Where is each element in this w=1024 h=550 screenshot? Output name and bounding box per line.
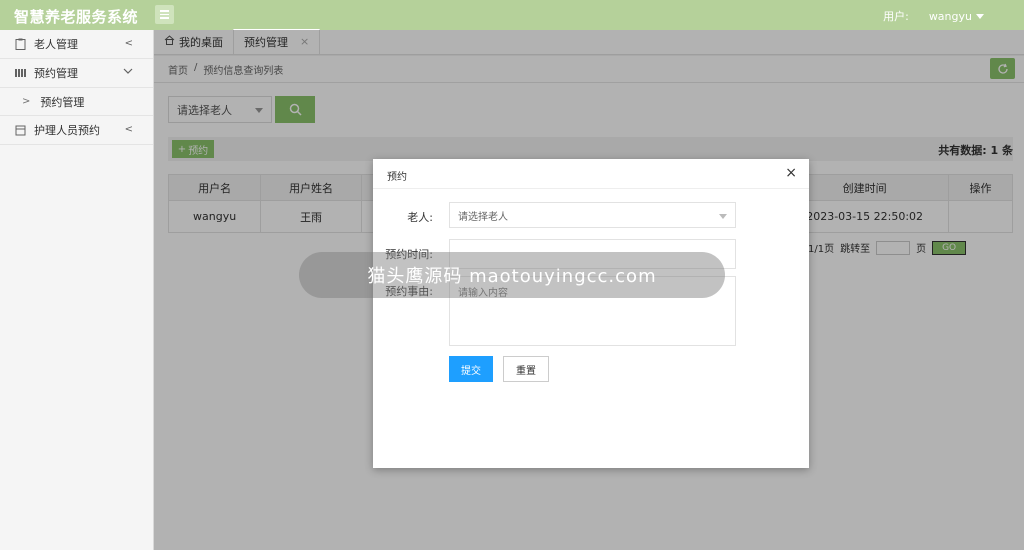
close-icon[interactable]: × [785, 165, 797, 181]
submit-button[interactable]: 提交 [449, 356, 493, 382]
loading-toast: 猫头鹰源码 maotouyingcc.com [299, 252, 725, 298]
hamburger-icon [160, 10, 169, 12]
reset-button[interactable]: 重置 [503, 356, 549, 382]
user-label: 用户: [883, 10, 909, 23]
user-menu[interactable]: wangyu [929, 10, 984, 23]
modal-header: 预约 × [373, 159, 809, 189]
modal-elder-placeholder: 请选择老人 [458, 211, 508, 223]
app-title: 智慧养老服务系统 [14, 8, 139, 26]
sidebar-shade [0, 30, 154, 550]
modal-title: 预约 [387, 172, 407, 183]
menu-toggle-button[interactable] [155, 5, 174, 24]
top-header: 智慧养老服务系统 用户: wangyu [0, 0, 1024, 30]
elder-label: 老人: [407, 211, 433, 224]
loading-text: 猫头鹰源码 maotouyingcc.com [367, 266, 657, 287]
caret-down-icon [719, 214, 727, 219]
reservation-modal: 预约 × 老人: 请选择老人 预约时间: 预约事由: 请输入内容 提交 重置 [373, 159, 809, 468]
user-area: 用户: wangyu [883, 8, 984, 24]
modal-elder-select[interactable]: 请选择老人 [449, 202, 736, 228]
caret-down-icon [976, 13, 984, 19]
user-name: wangyu [928, 9, 972, 23]
